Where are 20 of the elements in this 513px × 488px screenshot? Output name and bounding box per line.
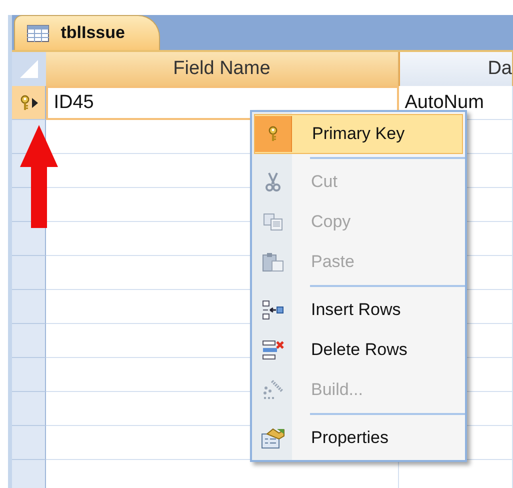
menu-item[interactable]: Insert Rows <box>254 290 463 330</box>
wand-icon <box>262 379 284 401</box>
key-icon <box>18 94 31 110</box>
column-header: Field Name <box>46 52 399 86</box>
scissors-icon <box>265 172 281 192</box>
menu-item[interactable]: Primary Key <box>254 114 463 154</box>
table-tab[interactable]: tblIssue <box>14 15 160 50</box>
menu-item[interactable]: Properties <box>254 418 463 458</box>
column-header: Da <box>398 52 513 86</box>
menu-item[interactable]: Delete Rows <box>254 330 463 370</box>
properties-icon <box>261 427 285 449</box>
current-row-icon <box>32 98 38 108</box>
delete-rows-icon <box>262 340 284 360</box>
copy-icon <box>263 213 283 231</box>
table-icon <box>26 24 49 42</box>
key-icon <box>267 126 279 142</box>
row-selector[interactable] <box>12 86 46 120</box>
clipboard-icon <box>262 252 284 272</box>
insert-rows-icon <box>262 300 284 320</box>
select-all-icon[interactable] <box>20 60 38 78</box>
